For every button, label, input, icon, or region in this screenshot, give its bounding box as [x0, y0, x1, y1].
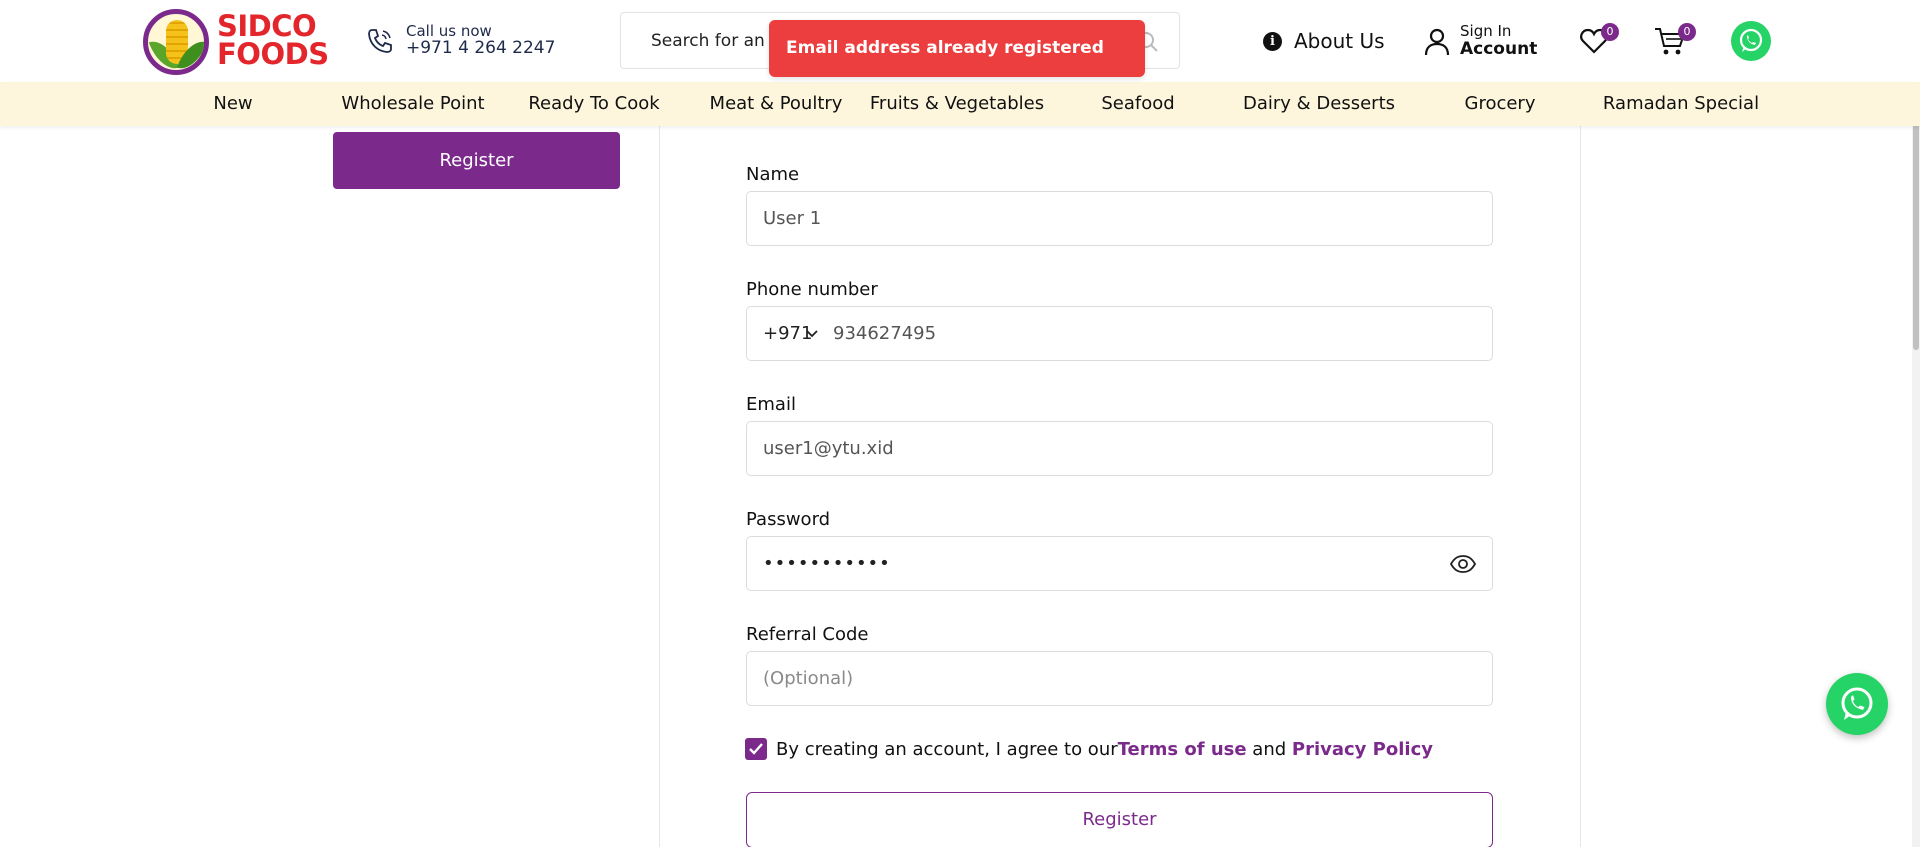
category-ready-to-cook[interactable]: Ready To Cook: [528, 82, 659, 126]
whatsapp-float-button[interactable]: [1826, 673, 1888, 735]
name-label: Name: [746, 164, 800, 185]
phone-label: Phone number: [746, 279, 878, 300]
consent-text: By creating an account, I agree to our: [776, 738, 1118, 760]
password-field[interactable]: [746, 536, 1493, 591]
call-us-number[interactable]: +971 4 264 2247: [406, 38, 555, 58]
email-input[interactable]: [747, 422, 1492, 475]
logo-text: SIDCO FOODS: [217, 9, 329, 71]
about-us-label: About Us: [1294, 29, 1385, 53]
category-nav: New Wholesale Point Ready To Cook Meat &…: [0, 82, 1920, 126]
corn-mascot-icon: [143, 9, 209, 75]
category-dairy-desserts[interactable]: Dairy & Desserts: [1243, 82, 1395, 126]
sign-in-label: Sign In: [1460, 22, 1512, 40]
eye-icon[interactable]: [1450, 552, 1476, 576]
name-field[interactable]: [746, 191, 1493, 246]
category-meat-poultry[interactable]: Meat & Poultry: [710, 82, 843, 126]
category-new[interactable]: New: [213, 82, 252, 126]
terms-consent: By creating an account, I agree to our T…: [745, 737, 1433, 761]
user-icon: [1424, 28, 1450, 56]
terms-of-use-link[interactable]: Terms of use: [1118, 739, 1247, 760]
account-label: Account: [1460, 39, 1538, 59]
email-field[interactable]: [746, 421, 1493, 476]
email-label: Email: [746, 394, 796, 415]
referral-label: Referral Code: [746, 624, 869, 645]
privacy-policy-link[interactable]: Privacy Policy: [1292, 739, 1433, 760]
category-wholesale-point[interactable]: Wholesale Point: [341, 82, 484, 126]
category-ramadan-special[interactable]: Ramadan Special: [1603, 82, 1759, 126]
password-label: Password: [746, 509, 831, 530]
sidco-logo[interactable]: SIDCO FOODS: [143, 5, 329, 77]
scrollbar-thumb[interactable]: [1913, 100, 1919, 350]
cart-button[interactable]: 0: [1654, 23, 1696, 56]
info-icon: i: [1263, 31, 1282, 51]
whatsapp-header-button[interactable]: [1731, 21, 1771, 61]
sidebar-register-tab[interactable]: Register: [333, 132, 620, 189]
error-toast: Email address already registered: [769, 20, 1145, 77]
category-grocery[interactable]: Grocery: [1465, 82, 1536, 126]
whatsapp-icon: [1841, 687, 1873, 720]
phone-field[interactable]: +971: [746, 306, 1493, 361]
category-fruits-vegetables[interactable]: Fruits & Vegetables: [870, 82, 1044, 126]
phone-input[interactable]: [817, 307, 1492, 360]
checkmark-icon: [749, 743, 763, 755]
logo-line-2: FOODS: [217, 37, 329, 71]
category-seafood[interactable]: Seafood: [1101, 82, 1174, 126]
terms-checkbox[interactable]: [745, 738, 767, 760]
phone-icon: [368, 29, 392, 53]
register-submit-button[interactable]: Register: [746, 792, 1493, 847]
whatsapp-icon: [1739, 28, 1763, 52]
referral-field[interactable]: [746, 651, 1493, 706]
name-input[interactable]: [747, 192, 1492, 245]
wishlist-count-badge: 0: [1601, 23, 1619, 41]
password-input[interactable]: [747, 537, 1492, 590]
referral-input[interactable]: [747, 652, 1492, 705]
logo-line-1: SIDCO: [217, 9, 317, 43]
about-us-link[interactable]: i About Us: [1263, 26, 1385, 56]
consent-and-text: and: [1246, 738, 1292, 760]
cart-count-badge: 0: [1678, 23, 1696, 41]
wishlist-button[interactable]: 0: [1579, 23, 1619, 56]
